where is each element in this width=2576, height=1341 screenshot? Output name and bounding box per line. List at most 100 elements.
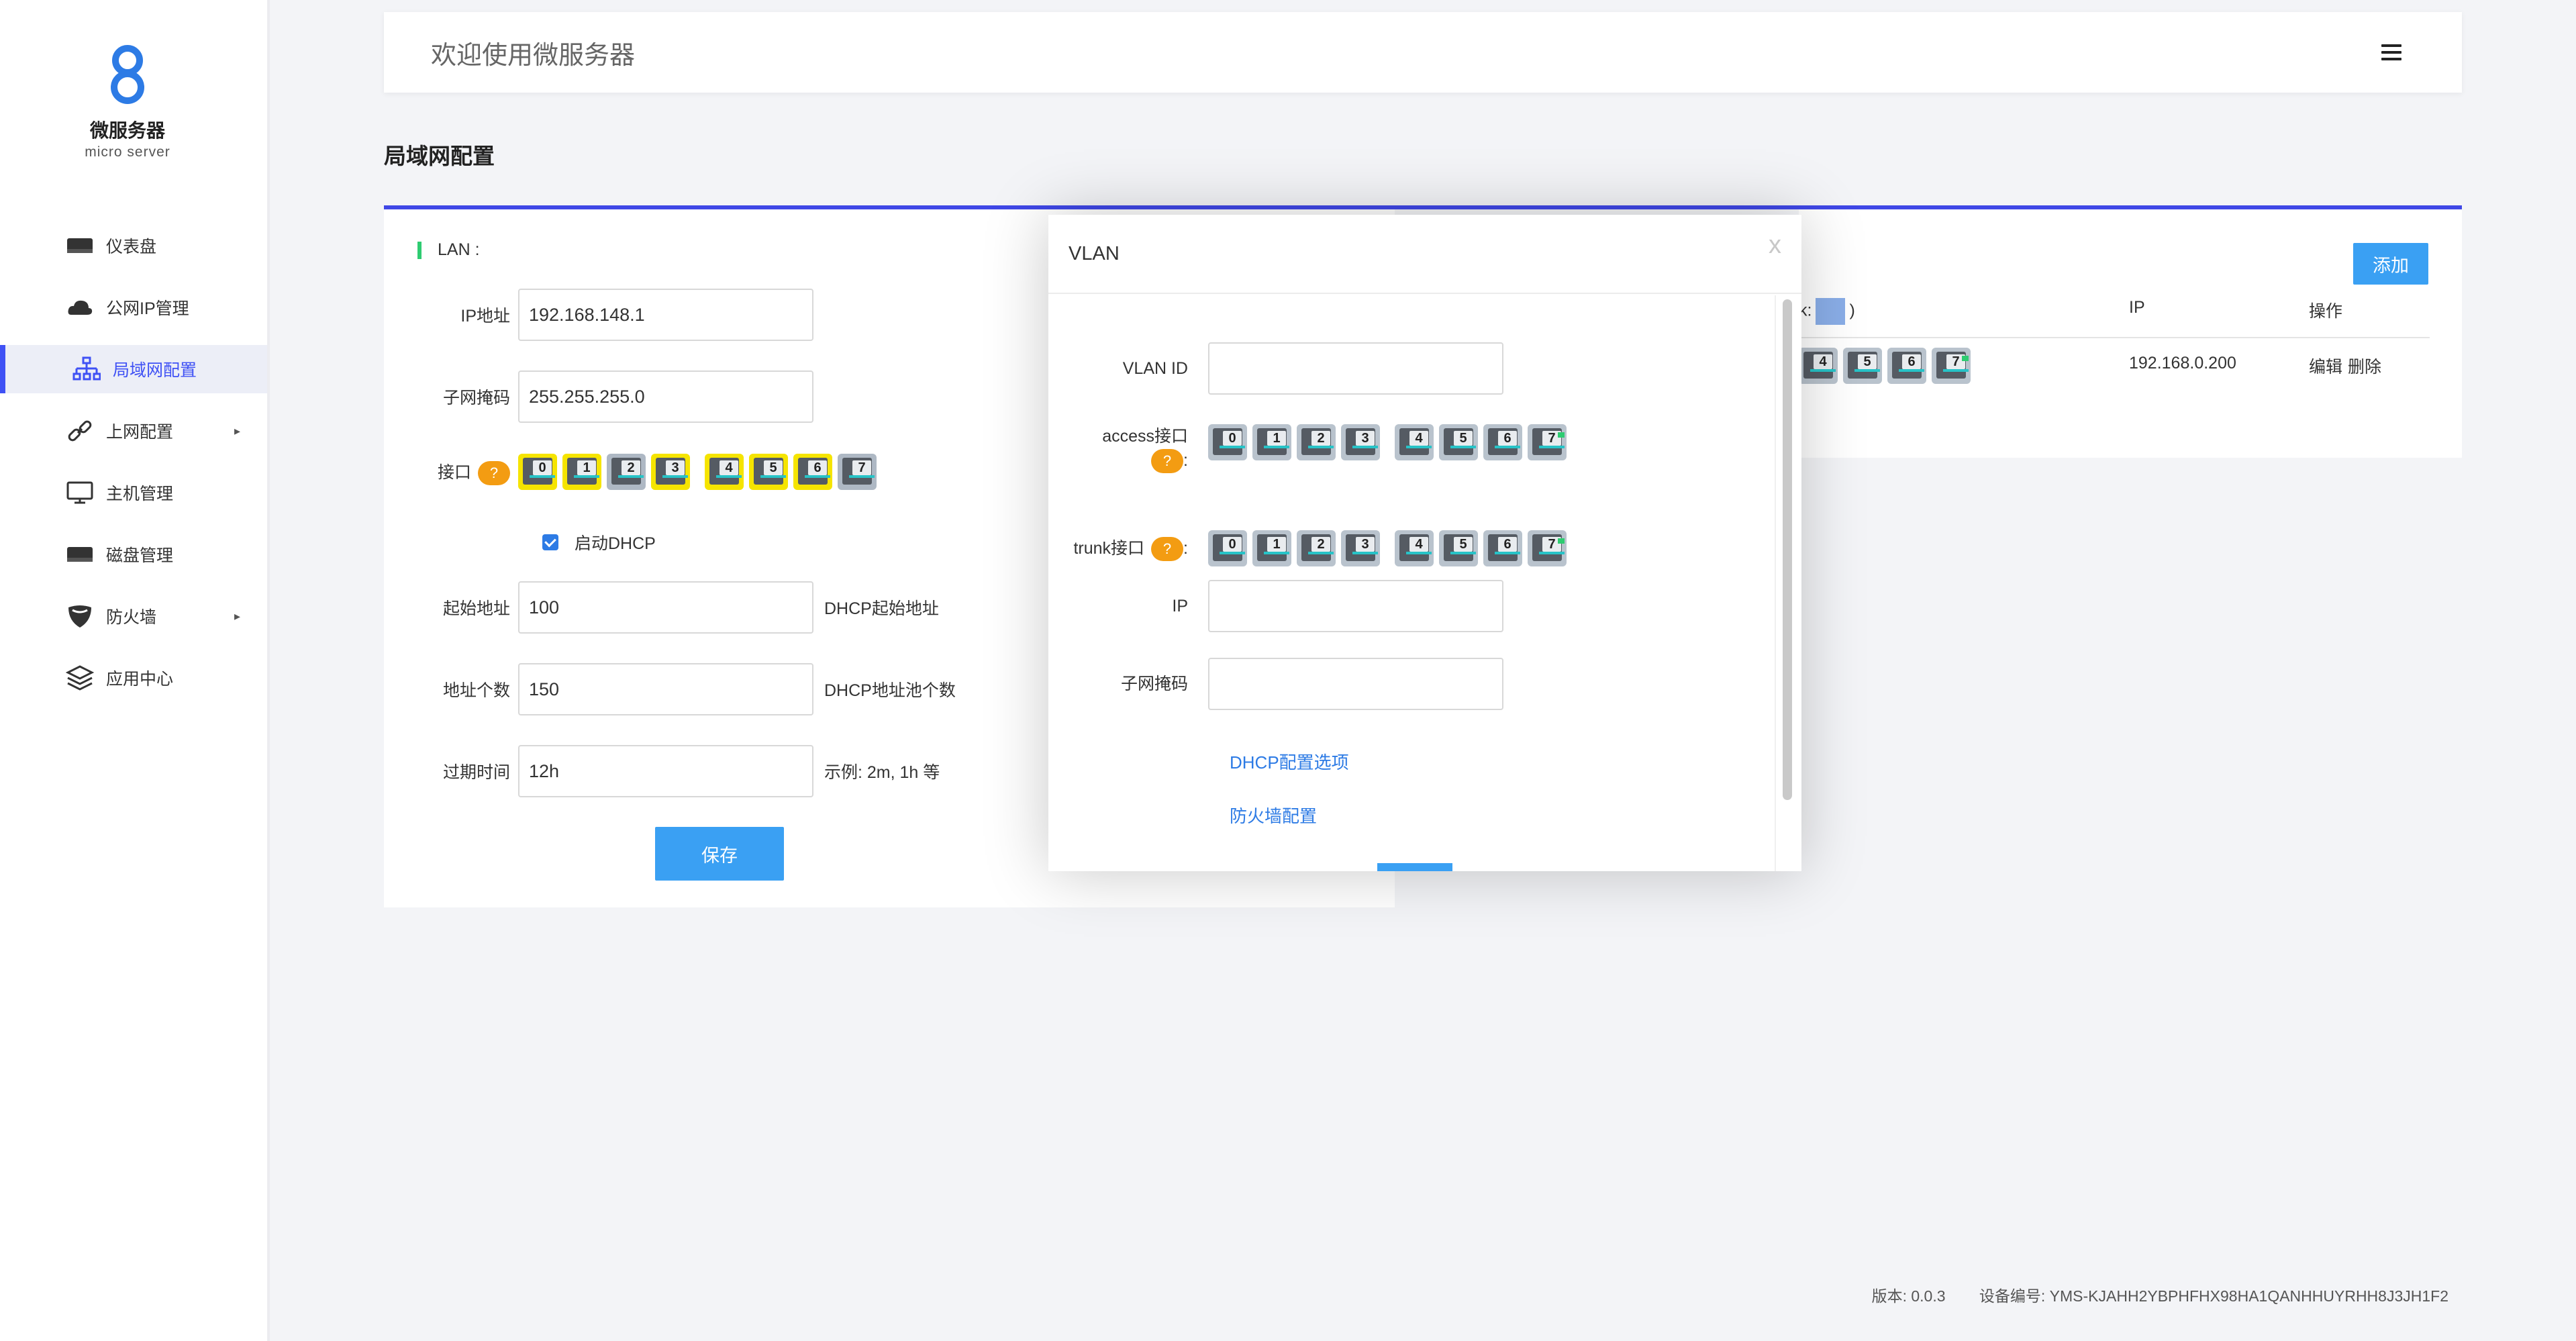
- count-hint: DHCP地址池个数: [824, 681, 956, 700]
- sidebar-item-firewall[interactable]: 防火墙 ▸: [0, 592, 267, 640]
- dhcp-toggle-row[interactable]: 启动DHCP: [542, 530, 656, 554]
- ethernet-port-3[interactable]: 3: [1341, 424, 1380, 460]
- sidebar-item-host-management[interactable]: 主机管理: [0, 468, 267, 517]
- ethernet-port-0[interactable]: 0: [1208, 424, 1247, 460]
- vlan-id-row: VLAN ID: [1048, 342, 1503, 395]
- ethernet-port-5[interactable]: 5: [1843, 348, 1882, 384]
- section-marker: [417, 241, 422, 259]
- page-title: 局域网配置: [384, 144, 495, 168]
- ethernet-port-4[interactable]: 4: [705, 454, 744, 490]
- ethernet-port-2[interactable]: 2: [1297, 424, 1336, 460]
- mask-label: 子网掩码: [442, 389, 510, 407]
- ethernet-port-1[interactable]: 1: [1252, 424, 1291, 460]
- ethernet-port-5[interactable]: 5: [749, 454, 788, 490]
- close-icon[interactable]: x: [1769, 231, 1781, 260]
- ethernet-port-2[interactable]: 2: [1297, 530, 1336, 566]
- port-led: [1539, 552, 1565, 554]
- ethernet-port-4[interactable]: 4: [1395, 530, 1434, 566]
- ethernet-port-6[interactable]: 6: [1887, 348, 1926, 384]
- table-row-actions: 编辑 删除: [2309, 354, 2387, 378]
- port-socket: 6: [798, 458, 830, 485]
- ethernet-port-1[interactable]: 1: [1252, 530, 1291, 566]
- ethernet-port-7[interactable]: 7: [1528, 424, 1567, 460]
- port-socket: 2: [1301, 534, 1334, 561]
- modal-scrollbar-thumb[interactable]: [1783, 299, 1792, 800]
- port-number: 5: [1454, 431, 1473, 446]
- cloud-icon: [68, 300, 93, 315]
- port-led: [1450, 446, 1476, 448]
- table-row-ports: 4 5 67: [1799, 348, 1976, 384]
- add-vlan-button[interactable]: 添加: [2353, 243, 2428, 285]
- ip-address-input[interactable]: [518, 289, 813, 341]
- port-socket: 0: [523, 458, 555, 485]
- sidebar-item-disk-management[interactable]: 磁盘管理: [0, 530, 267, 579]
- colon: :: [1183, 538, 1188, 558]
- ethernet-port-5[interactable]: 5: [1439, 424, 1478, 460]
- delete-link[interactable]: 删除: [2348, 358, 2381, 377]
- top-header: 欢迎使用微服务器: [384, 12, 2462, 93]
- ops-column-header: 操作: [2309, 302, 2343, 321]
- port-socket: 4: [1803, 352, 1836, 379]
- trunk-port-selector: 0 1 2 3 4 5 67: [1208, 530, 1572, 566]
- subnet-mask-input[interactable]: [518, 370, 813, 423]
- port-socket: 0: [1213, 534, 1245, 561]
- vlan-ip-input[interactable]: [1208, 580, 1503, 632]
- count-label: 地址个数: [442, 681, 510, 700]
- help-icon[interactable]: ?: [1151, 536, 1184, 561]
- ethernet-port-4[interactable]: 4: [1799, 348, 1838, 384]
- ethernet-port-4[interactable]: 4: [1395, 424, 1434, 460]
- port-led: [1450, 552, 1476, 554]
- modal-submit-button[interactable]: [1377, 863, 1452, 871]
- ethernet-port-6[interactable]: 6: [793, 454, 832, 490]
- ethernet-port-3[interactable]: 3: [651, 454, 690, 490]
- vlan-id-input[interactable]: [1208, 342, 1503, 395]
- port-number: 4: [1409, 431, 1428, 446]
- sidebar-item-lan-config[interactable]: 局域网配置: [0, 345, 267, 393]
- dhcp-count-input[interactable]: [518, 663, 813, 715]
- ethernet-port-5[interactable]: 5: [1439, 530, 1478, 566]
- save-button[interactable]: 保存: [655, 827, 784, 881]
- port-number: 6: [1498, 537, 1517, 552]
- dhcp-start-input[interactable]: [518, 581, 813, 634]
- port-led: [1539, 446, 1565, 448]
- lease-time-input[interactable]: [518, 745, 813, 797]
- firewall-config-link[interactable]: 防火墙配置: [1230, 803, 1317, 828]
- sidebar-item-dashboard[interactable]: 仪表盘: [0, 221, 267, 270]
- dhcp-checkbox[interactable]: [542, 534, 558, 550]
- hamburger-menu-icon[interactable]: [2381, 44, 2401, 62]
- ethernet-port-0[interactable]: 0: [518, 454, 557, 490]
- sidebar-item-app-center[interactable]: 应用中心: [0, 654, 267, 702]
- vlan-mask-input[interactable]: [1208, 658, 1503, 710]
- ethernet-port-6[interactable]: 6: [1483, 530, 1522, 566]
- help-icon[interactable]: ?: [1151, 449, 1184, 473]
- dhcp-options-link[interactable]: DHCP配置选项: [1230, 749, 1349, 774]
- help-icon[interactable]: ?: [478, 460, 510, 485]
- ethernet-port-7[interactable]: 7: [1528, 530, 1567, 566]
- ethernet-port-7[interactable]: 7: [1932, 348, 1971, 384]
- port-socket: 3: [656, 458, 688, 485]
- port-number: 5: [1858, 354, 1877, 369]
- lan-heading-label: LAN :: [438, 240, 480, 259]
- ethernet-port-0[interactable]: 0: [1208, 530, 1247, 566]
- logo[interactable]: 微服务器 micro server: [0, 40, 255, 160]
- edit-link[interactable]: 编辑: [2309, 358, 2342, 377]
- trunk-label-group: trunk接口?:: [1048, 536, 1208, 561]
- port-socket: 5: [754, 458, 786, 485]
- sidebar-item-internet-config[interactable]: 上网配置 ▸: [0, 407, 267, 455]
- port-socket: 2: [611, 458, 644, 485]
- ethernet-port-2[interactable]: 2: [607, 454, 646, 490]
- logo-name: 微服务器: [89, 120, 165, 141]
- ethernet-port-3[interactable]: 3: [1341, 530, 1380, 566]
- port-label-group: 接口?: [384, 459, 518, 485]
- port-number: 6: [808, 460, 827, 475]
- ethernet-port-1[interactable]: 1: [562, 454, 601, 490]
- footer: 版本: 0.0.3 设备编号: YMS-KJAHH2YBPHFHX98HA1QA…: [1842, 1283, 2448, 1306]
- port-led: [1308, 446, 1334, 448]
- ethernet-port-7[interactable]: 7: [838, 454, 877, 490]
- port-led: [1264, 446, 1289, 448]
- sidebar-item-public-ip[interactable]: 公网IP管理: [0, 283, 267, 332]
- port-led: [1899, 369, 1924, 372]
- ethernet-port-6[interactable]: 6: [1483, 424, 1522, 460]
- sidebar-item-label: 磁盘管理: [106, 546, 174, 565]
- mask-row: 子网掩码: [384, 370, 813, 423]
